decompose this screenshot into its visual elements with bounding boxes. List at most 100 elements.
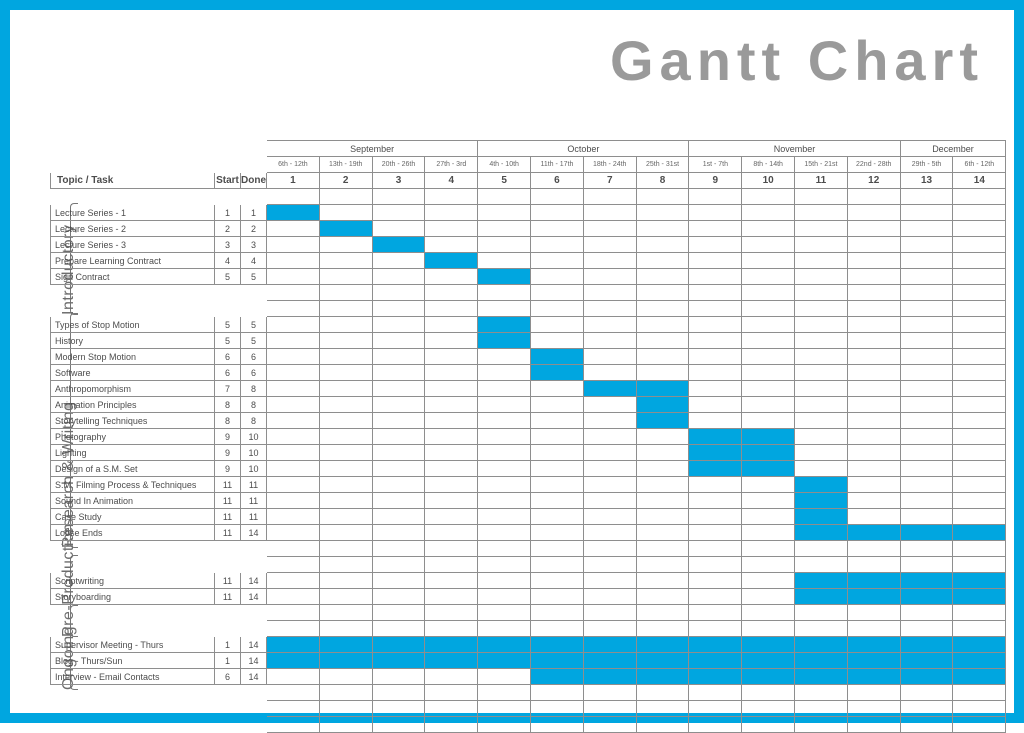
- bar-cell: [900, 669, 953, 685]
- grid-cell: [372, 349, 425, 365]
- month-header: December: [900, 141, 1006, 157]
- grid-cell: [953, 205, 1006, 221]
- grid-cell: [900, 205, 953, 221]
- task-label: Lighting: [51, 445, 215, 461]
- grid-cell: [425, 589, 478, 605]
- grid-cell: [636, 493, 689, 509]
- week-number: 6: [531, 173, 584, 189]
- bar-cell: [267, 637, 320, 653]
- week-number: 10: [742, 173, 795, 189]
- week-number: 2: [319, 173, 372, 189]
- task-start: 1: [215, 205, 241, 221]
- grid-cell: [953, 349, 1006, 365]
- grid-cell: [742, 205, 795, 221]
- grid-cell: [583, 445, 636, 461]
- blank-row: [51, 605, 1006, 621]
- grid-cell: [478, 477, 531, 493]
- bar-cell: [531, 669, 584, 685]
- blank-row: [51, 285, 1006, 301]
- task-row: Supervisor Meeting - Thurs114: [51, 637, 1006, 653]
- task-label: Interview - Email Contacts: [51, 669, 215, 685]
- bar-cell: [795, 653, 848, 669]
- bar-cell: [953, 525, 1006, 541]
- grid-cell: [795, 429, 848, 445]
- grid-cell: [583, 317, 636, 333]
- task-row: Modern Stop Motion66: [51, 349, 1006, 365]
- task-row: History55: [51, 333, 1006, 349]
- bar-cell: [319, 653, 372, 669]
- month-header: October: [478, 141, 689, 157]
- grid-cell: [267, 397, 320, 413]
- grid-cell: [267, 509, 320, 525]
- bar-cell: [689, 461, 742, 477]
- task-start: 11: [215, 573, 241, 589]
- grid-cell: [319, 525, 372, 541]
- bar-cell: [742, 637, 795, 653]
- task-done: 5: [241, 317, 267, 333]
- grid-cell: [636, 573, 689, 589]
- grid-cell: [372, 493, 425, 509]
- grid-cell: [900, 429, 953, 445]
- grid-cell: [636, 333, 689, 349]
- week-range: 1st - 7th: [689, 157, 742, 173]
- task-label: Photography: [51, 429, 215, 445]
- grid-cell: [795, 269, 848, 285]
- grid-cell: [583, 205, 636, 221]
- task-label: S.M. Filming Process & Techniques: [51, 477, 215, 493]
- task-done: 14: [241, 637, 267, 653]
- bar-cell: [795, 509, 848, 525]
- task-start: 11: [215, 477, 241, 493]
- bar-cell: [795, 589, 848, 605]
- task-row: Lighting910: [51, 445, 1006, 461]
- bar-cell: [636, 381, 689, 397]
- bar-cell: [847, 669, 900, 685]
- grid-cell: [636, 349, 689, 365]
- task-start: 3: [215, 237, 241, 253]
- grid-cell: [636, 205, 689, 221]
- grid-cell: [847, 253, 900, 269]
- chart-frame: Gantt Chart IntroductoryResearch & Writi…: [0, 0, 1024, 723]
- grid-cell: [425, 429, 478, 445]
- task-done: 14: [241, 653, 267, 669]
- bar-cell: [583, 381, 636, 397]
- grid-cell: [900, 413, 953, 429]
- grid-cell: [742, 413, 795, 429]
- grid-cell: [372, 413, 425, 429]
- bar-cell: [795, 525, 848, 541]
- task-start: 6: [215, 365, 241, 381]
- bar-cell: [900, 653, 953, 669]
- week-range: 25th - 31st: [636, 157, 689, 173]
- grid-cell: [531, 397, 584, 413]
- grid-cell: [847, 477, 900, 493]
- week-range: 6th - 12th: [953, 157, 1006, 173]
- task-done: 11: [241, 493, 267, 509]
- grid-cell: [478, 349, 531, 365]
- task-label: Software: [51, 365, 215, 381]
- week-number: 14: [953, 173, 1006, 189]
- task-done: 14: [241, 525, 267, 541]
- task-done: 10: [241, 461, 267, 477]
- week-range: 29th - 5th: [900, 157, 953, 173]
- task-done: 6: [241, 349, 267, 365]
- grid-cell: [372, 525, 425, 541]
- grid-cell: [531, 445, 584, 461]
- week-range: 4th - 10th: [478, 157, 531, 173]
- bar-cell: [953, 637, 1006, 653]
- grid-cell: [267, 365, 320, 381]
- grid-cell: [531, 205, 584, 221]
- grid-cell: [267, 381, 320, 397]
- grid-cell: [267, 269, 320, 285]
- grid-cell: [847, 333, 900, 349]
- grid-cell: [900, 509, 953, 525]
- grid-cell: [583, 397, 636, 413]
- grid-cell: [689, 589, 742, 605]
- grid-cell: [847, 509, 900, 525]
- task-done: 4: [241, 253, 267, 269]
- grid-cell: [847, 445, 900, 461]
- task-start: 9: [215, 429, 241, 445]
- grid-cell: [742, 493, 795, 509]
- grid-cell: [583, 269, 636, 285]
- task-row: Storytelling Techniques88: [51, 413, 1006, 429]
- grid-cell: [425, 205, 478, 221]
- task-row: S.M. Filming Process & Techniques1111: [51, 477, 1006, 493]
